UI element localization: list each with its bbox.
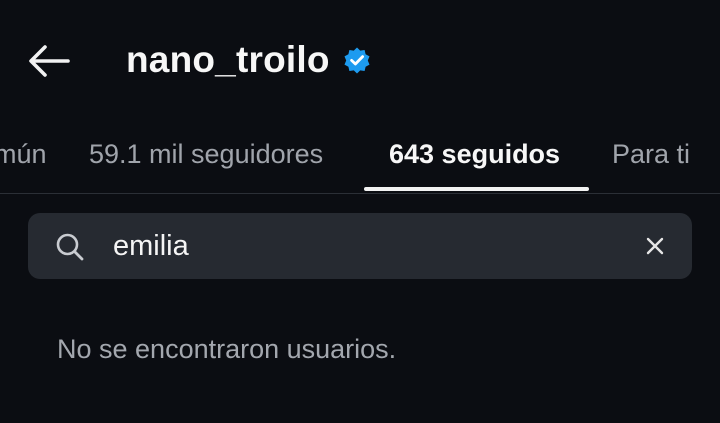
back-button[interactable]: [22, 38, 74, 84]
tab-following[interactable]: 643 seguidos: [389, 118, 560, 190]
search-icon: [55, 232, 85, 262]
tab-for-you[interactable]: Para ti: [612, 118, 690, 190]
verified-badge-icon: [343, 46, 371, 74]
search-input[interactable]: [113, 225, 633, 267]
empty-results-message: No se encontraron usuarios.: [57, 334, 397, 364]
profile-title: nano_troilo: [126, 36, 371, 84]
close-icon: [646, 237, 664, 255]
tab-bar: mún 59.1 mil seguidores 643 seguidos Par…: [0, 118, 720, 194]
username: nano_troilo: [126, 39, 330, 80]
clear-search-button[interactable]: [638, 229, 672, 263]
top-bar: nano_troilo: [0, 0, 720, 118]
arrow-left-icon: [29, 45, 70, 77]
tab-common[interactable]: mún: [0, 118, 47, 190]
active-tab-indicator: [364, 187, 589, 191]
tab-followers[interactable]: 59.1 mil seguidores: [89, 118, 323, 190]
search-bar: [28, 213, 692, 279]
